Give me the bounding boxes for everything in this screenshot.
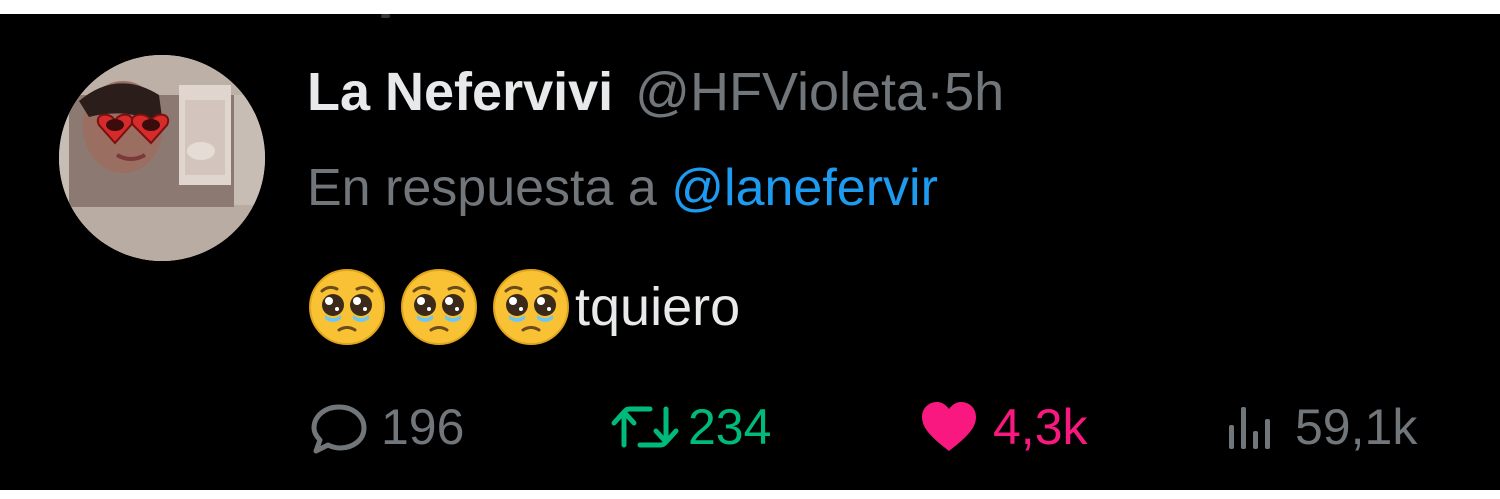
pleading-face-emoji	[493, 269, 569, 345]
action-bar: 196 234 4,3k 59,1k	[0, 392, 1500, 462]
thread-connector	[381, 14, 390, 18]
tweet-header: La Nefervivi @HFVioleta·5h	[307, 61, 1004, 123]
reply-mention-link[interactable]: @lanefervir	[671, 159, 938, 217]
avatar[interactable]	[59, 55, 265, 261]
tweet-text: tquiero	[575, 277, 741, 337]
separator-dot: ·	[926, 62, 945, 122]
timestamp[interactable]: 5h	[944, 62, 1004, 122]
reply-count: 196	[381, 399, 465, 455]
tweet-card: La Nefervivi @HFVioleta·5h En respuesta a…	[0, 14, 1500, 490]
user-handle[interactable]: @HFVioleta	[635, 62, 926, 122]
pleading-face-emoji	[309, 269, 385, 345]
views-button[interactable]: 59,1k	[1225, 392, 1417, 462]
reply-button[interactable]: 196	[307, 392, 464, 462]
views-count: 59,1k	[1295, 399, 1418, 455]
tweet-body: tquiero	[307, 267, 740, 347]
reply-bubble-icon	[311, 404, 367, 454]
like-button[interactable]: 4,3k	[917, 392, 1088, 462]
retweet-count: 234	[688, 399, 772, 455]
reply-prefix: En respuesta a	[307, 159, 657, 217]
reply-context: En respuesta a @lanefervir	[307, 158, 938, 218]
heart-icon	[922, 402, 976, 451]
like-count: 4,3k	[993, 399, 1088, 455]
pleading-face-emoji	[401, 269, 477, 345]
retweet-icon	[611, 406, 679, 448]
retweet-button[interactable]: 234	[610, 392, 771, 462]
display-name[interactable]: La Nefervivi	[307, 62, 613, 122]
avatar-image	[59, 55, 265, 261]
views-bar-chart-icon	[1229, 407, 1270, 449]
